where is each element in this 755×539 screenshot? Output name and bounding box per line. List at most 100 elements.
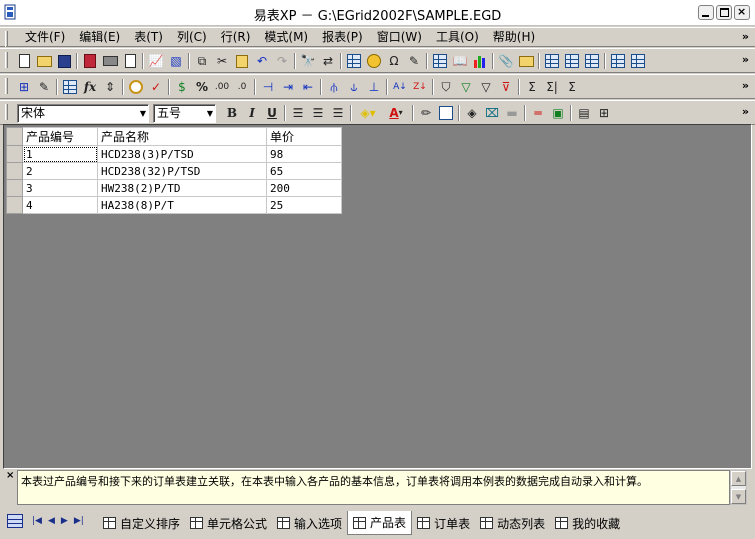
font-color-button[interactable]: A ▾ xyxy=(382,103,410,123)
toolbar-grip[interactable] xyxy=(5,31,8,47)
report-button[interactable]: 📖 xyxy=(450,51,470,71)
insert-row-button[interactable]: ⊞ xyxy=(14,77,34,97)
first-tab-icon[interactable]: |◀ xyxy=(29,516,45,526)
filter-clear-button[interactable]: ⊽ xyxy=(496,77,516,97)
find-button[interactable]: 🔭 xyxy=(298,51,318,71)
column-header[interactable]: 产品编号 xyxy=(22,127,98,146)
borders-button[interactable] xyxy=(436,103,456,123)
align-right-button[interactable]: ☰ xyxy=(328,103,348,123)
new-doc-button[interactable] xyxy=(14,51,34,71)
chevron-more-icon[interactable]: » xyxy=(742,53,749,66)
menu-help[interactable]: 帮助(H) xyxy=(486,30,542,45)
form-button[interactable] xyxy=(430,51,450,71)
table-cell[interactable]: 200 xyxy=(266,179,342,197)
chevron-more-icon[interactable]: » xyxy=(742,79,749,92)
table-cell[interactable]: 1 xyxy=(22,145,98,163)
timer-button[interactable] xyxy=(126,77,146,97)
sum-button[interactable]: Σ xyxy=(522,77,542,97)
open-button[interactable] xyxy=(34,51,54,71)
tab-input-options[interactable]: 输入选项 xyxy=(272,511,347,535)
sort-desc-button[interactable]: Z↓ xyxy=(410,77,430,97)
print-preview-button[interactable] xyxy=(120,51,140,71)
view3-button[interactable] xyxy=(582,51,602,71)
draw-border-button[interactable]: ✏ xyxy=(416,103,436,123)
chevron-more-icon[interactable]: » xyxy=(742,30,749,43)
bold-button[interactable]: B xyxy=(222,103,242,123)
table-cell[interactable]: 4 xyxy=(22,196,98,214)
underline-button[interactable]: U xyxy=(262,103,282,123)
subtotal-button[interactable]: Σ| xyxy=(542,77,562,97)
move-right-button[interactable]: ⇥ xyxy=(278,77,298,97)
close-button[interactable]: × xyxy=(734,5,750,20)
attach-button[interactable]: 📎 xyxy=(496,51,516,71)
group-button[interactable]: ⊥ xyxy=(364,77,384,97)
chevron-more-icon[interactable]: » xyxy=(742,105,749,118)
table-cell[interactable]: 98 xyxy=(266,145,342,163)
tool-button[interactable]: ✎ xyxy=(404,51,424,71)
paint-button[interactable]: ◈ xyxy=(462,103,482,123)
table-cell[interactable]: HA238(8)P/T xyxy=(97,196,267,214)
line-button[interactable]: ▬ xyxy=(502,103,522,123)
move-left-button[interactable]: ⇤ xyxy=(298,77,318,97)
formula-button[interactable]: ⇕ xyxy=(100,77,120,97)
menu-file[interactable]: 文件(F) xyxy=(18,30,72,45)
scroll-down-icon[interactable]: ▼ xyxy=(731,489,746,504)
menu-report[interactable]: 报表(P) xyxy=(315,30,370,45)
insert-col-button[interactable]: ⊣ xyxy=(258,77,278,97)
toolbar-grip[interactable] xyxy=(5,104,8,120)
menu-window[interactable]: 窗口(W) xyxy=(370,30,429,45)
table-cell[interactable]: 2 xyxy=(22,162,98,180)
prev-tab-icon[interactable]: ◀ xyxy=(45,516,58,526)
row-header[interactable] xyxy=(6,145,23,163)
tab-products[interactable]: 产品表 xyxy=(347,511,413,535)
tab-orders[interactable]: 订单表 xyxy=(412,511,475,535)
calendar-button[interactable] xyxy=(344,51,364,71)
sigma-button[interactable]: Σ xyxy=(562,77,582,97)
toolbar-grip[interactable] xyxy=(5,52,8,68)
chart-button[interactable]: 📈 xyxy=(146,51,166,71)
double-line-button[interactable]: ═ xyxy=(528,103,548,123)
menu-mode[interactable]: 模式(M) xyxy=(257,30,315,45)
column-header[interactable]: 产品名称 xyxy=(97,127,267,146)
menu-edit[interactable]: 编辑(E) xyxy=(72,30,127,45)
function-button[interactable]: fx xyxy=(80,77,100,97)
window2-button[interactable] xyxy=(628,51,648,71)
clear-format-button[interactable]: ⌧ xyxy=(482,103,502,123)
row-header[interactable] xyxy=(6,162,23,180)
edit-button[interactable]: ✎ xyxy=(34,77,54,97)
picture-button[interactable]: ▣ xyxy=(548,103,568,123)
font-size-select[interactable]: 五号 ▼ xyxy=(153,104,216,123)
decrease-decimal-button[interactable]: .0 xyxy=(232,77,252,97)
fill-button[interactable]: ▧ xyxy=(166,51,186,71)
menu-column[interactable]: 列(C) xyxy=(170,30,214,45)
align-center-button[interactable]: ☰ xyxy=(308,103,328,123)
table-cell[interactable]: HCD238(32)P/TSD xyxy=(97,162,267,180)
fill-color-button[interactable]: ◈▾ xyxy=(354,103,382,123)
menu-table[interactable]: 表(T) xyxy=(127,30,170,45)
cut-button[interactable]: ✂ xyxy=(212,51,232,71)
split-view-button[interactable]: ⊞ xyxy=(594,103,614,123)
column-header[interactable]: 单价 xyxy=(266,127,342,146)
undo-button[interactable]: ↶ xyxy=(252,51,272,71)
row-header[interactable] xyxy=(6,196,23,214)
split-button[interactable]: ⫛ xyxy=(324,77,344,97)
table-cell[interactable]: 3 xyxy=(22,179,98,197)
table-cell[interactable]: HW238(2)P/TD xyxy=(97,179,267,197)
tab-favorites[interactable]: 我的收藏 xyxy=(550,511,625,535)
toolbar-grip[interactable] xyxy=(5,78,8,94)
check-button[interactable]: ✓ xyxy=(146,77,166,97)
view1-button[interactable] xyxy=(542,51,562,71)
filter-button[interactable]: ⛉ xyxy=(436,77,456,97)
table-cell[interactable]: 25 xyxy=(266,196,342,214)
scroll-up-icon[interactable]: ▲ xyxy=(731,471,746,486)
bar-chart-button[interactable] xyxy=(470,51,490,71)
table-cell[interactable]: 65 xyxy=(266,162,342,180)
menu-row[interactable]: 行(R) xyxy=(214,30,258,45)
export-button[interactable] xyxy=(516,51,536,71)
percent-button[interactable]: % xyxy=(192,77,212,97)
merge-button[interactable]: ⫝ xyxy=(344,77,364,97)
clock-button[interactable] xyxy=(364,51,384,71)
italic-button[interactable]: I xyxy=(242,103,262,123)
paste-button[interactable] xyxy=(232,51,252,71)
redo-button[interactable]: ↷ xyxy=(272,51,292,71)
